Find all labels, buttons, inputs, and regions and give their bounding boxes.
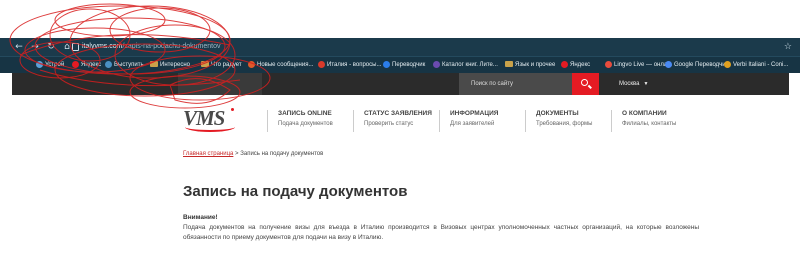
folder-icon [201,61,209,68]
menu-item-subtitle: Подача документов [278,121,333,127]
forward-arrow-icon[interactable]: → [28,38,42,56]
browser-address-bar: ← → ↻ ⌂ italyvms.com/zapis-na-podachu-do… [0,38,800,56]
city-selector[interactable]: Москва ▼ [619,73,648,95]
menu-item-title: СТАТУС ЗАЯВЛЕНИЯ [364,110,432,117]
bookmark-label: Устрой [45,62,65,68]
menu-item-subtitle: Филиалы, контакты [622,121,677,127]
site-search-input[interactable]: Поиск по сайту [459,73,572,95]
globe-icon [105,60,112,68]
url-field[interactable]: italyvms.com/zapis-na-podachu-dokumentov [82,38,221,56]
menu-item-subtitle: Проверить статус [364,121,414,127]
menu-item-subtitle: Требования, формы [536,121,593,127]
google-translate-icon [665,60,672,68]
menu-item-title: О КОМПАНИИ [622,110,667,117]
menu-item-title: ДОКУМЕНТЫ [536,110,579,117]
bookmark-item[interactable]: Каталог книг. Лите... [433,57,498,73]
bookmark-label: Выступить [114,62,144,68]
globe-icon [36,60,43,68]
city-label: Москва [619,81,640,87]
bookmark-label: Что радует [211,62,242,68]
bookmark-item[interactable]: Яндекс [72,57,101,73]
topbar-block [178,73,262,95]
bookmark-item[interactable]: Интересно [150,57,190,73]
breadcrumb-separator: > [235,151,239,157]
menu-item-title: ЗАПИСЬ ONLINE [278,110,332,117]
page-title: Запись на подачу документов [183,183,408,200]
translate-icon [383,60,390,68]
vms-logo[interactable]: VMS [183,106,241,132]
mail-icon [248,60,255,68]
yandex-icon [561,60,568,68]
bookmark-label: Интересно [160,62,190,68]
book-icon [433,60,440,68]
menu-item-subtitle: Для заявителей [450,121,495,127]
bookmark-label: Язык и прочее [515,62,556,68]
search-icon [581,79,588,86]
menu-item-title: ИНФОРМАЦИЯ [450,110,499,117]
bookmark-item[interactable]: Что радует [201,57,242,73]
breadcrumb: Главная страница > Запись на подачу доку… [183,151,323,157]
bookmark-item[interactable]: Италия - вопросы... [318,57,381,73]
menu-item-documents[interactable]: ДОКУМЕНТЫ Требования, формы [525,110,592,132]
bookmark-label: Каталог книг. Лите... [442,62,498,68]
bookmark-label: Lingvo Live — онла... [614,62,673,68]
bookmark-item[interactable]: Lingvo Live — онла... [605,57,672,73]
bookmark-item[interactable]: Google Переводчик [665,57,728,73]
bookmark-label: Италия - вопросы... [327,62,382,68]
search-button[interactable] [572,73,599,95]
menu-item-status[interactable]: СТАТУС ЗАЯВЛЕНИЯ Проверить статус [353,110,432,132]
logo-swoosh [185,122,235,132]
bookmark-item[interactable]: Новые сообщения... [248,57,313,73]
breadcrumb-home-link[interactable]: Главная страница [183,151,233,157]
folder-icon [150,61,158,68]
back-arrow-icon[interactable]: ← [12,38,26,56]
bookmark-item[interactable]: Устрой [36,57,64,73]
globe-icon [724,60,731,68]
bookmark-label: Новые сообщения... [257,62,314,68]
bookmark-item[interactable]: Переводчик [383,57,425,73]
folder-icon [505,61,513,68]
bookmark-label: Переводчик [392,62,426,68]
menu-item-info[interactable]: ИНФОРМАЦИЯ Для заявителей [439,110,498,132]
bookmark-label: Яндекс [570,62,591,68]
breadcrumb-current: Запись на подачу документов [240,151,324,157]
bookmark-item[interactable]: Выступить [105,57,144,73]
lock-icon [72,43,79,51]
bookmark-label: Verbi Italiani - Coni... [733,62,789,68]
lingvo-icon [605,60,612,68]
bookmark-label: Google Переводчик [674,62,729,68]
bookmark-item[interactable]: Verbi Italiani - Coni... [724,57,788,73]
bookmark-label: Яндекс [81,62,102,68]
logo-mark [231,108,234,111]
yandex-icon [72,60,79,68]
menu-item-zapis-online[interactable]: ЗАПИСЬ ONLINE Подача документов [267,110,333,132]
info-paragraph: Подача документов на получение визы для … [183,224,699,241]
globe-icon [318,60,325,68]
url-host: italyvms.com [82,43,123,50]
bookmarks-bar: Устрой Яндекс Выступить Интересно Что радует… [0,56,800,73]
menu-item-about[interactable]: О КОМПАНИИ Филиалы, контакты [611,110,676,132]
attention-label: Внимание! [183,214,218,221]
reload-icon[interactable]: ↻ [44,38,58,56]
favorite-star-icon[interactable]: ☆ [784,38,792,56]
bookmark-item[interactable]: Яндекс [561,57,590,73]
bookmark-item[interactable]: Язык и прочее [505,57,555,73]
url-path: /zapis-na-podachu-dokumentov [122,43,221,50]
chevron-down-icon: ▼ [643,81,649,87]
site-topbar: Поиск по сайту Москва ▼ [12,73,789,95]
